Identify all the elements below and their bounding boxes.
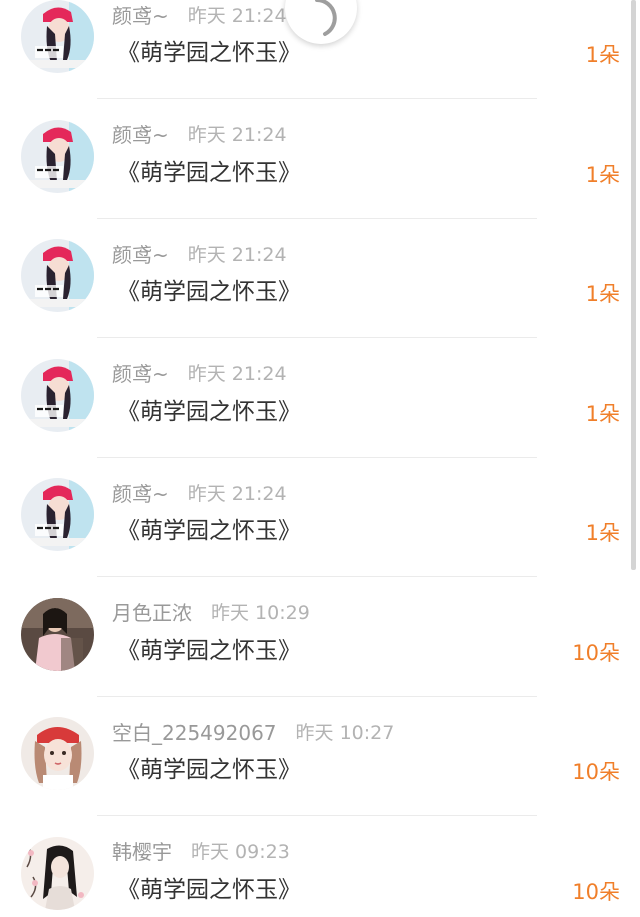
username[interactable]: 空白_225492067 (112, 717, 277, 746)
divider (97, 98, 537, 99)
avatar[interactable] (21, 717, 94, 790)
item-meta: 月色正浓 昨天 10:29 (112, 596, 310, 628)
scrollbar[interactable] (631, 0, 636, 570)
timestamp: 昨天 21:24 (187, 482, 287, 505)
gift-amount: 1朵 (585, 43, 620, 67)
item-meta: 颜鸢~ 昨天 21:24 (112, 237, 287, 269)
avatar[interactable] (21, 478, 94, 551)
gift-record-list: 颜鸢~ 昨天 21:24 《萌学园之怀玉》 1朵 颜鸢~ 昨天 21:24 《萌… (0, 0, 640, 917)
book-title[interactable]: 《萌学园之怀玉》 (117, 272, 301, 306)
list-item[interactable]: 月色正浓 昨天 10:29 《萌学园之怀玉》 10朵 (0, 596, 640, 718)
gift-amount: 1朵 (585, 162, 620, 187)
list-item[interactable]: 颜鸢~ 昨天 21:24 《萌学园之怀玉》 1朵 (0, 478, 640, 598)
username[interactable]: 韩樱宇 (112, 836, 172, 865)
divider (97, 815, 537, 816)
username[interactable]: 颜鸢~ (112, 119, 169, 148)
gift-amount: 1朵 (585, 282, 620, 306)
username[interactable]: 月色正浓 (112, 597, 192, 626)
username[interactable]: 颜鸢~ (112, 478, 169, 507)
list-item[interactable]: 空白_225492067 昨天 10:27 《萌学园之怀玉》 10朵 (0, 717, 640, 837)
divider (97, 217, 537, 219)
timestamp: 昨天 10:29 (211, 602, 310, 624)
list-item[interactable]: 颜鸢~ 昨天 21:24 《萌学园之怀玉》 1朵 (0, 239, 640, 359)
list-item[interactable]: 颜鸢~ 昨天 21:24 《萌学园之怀玉》 1朵 (0, 118, 640, 240)
timestamp: 昨天 21:24 (187, 4, 287, 27)
username[interactable]: 颜鸢~ (112, 0, 169, 29)
username[interactable]: 颜鸢~ (112, 358, 169, 387)
gift-amount: 1朵 (585, 521, 620, 545)
gift-amount: 1朵 (585, 401, 620, 426)
item-meta: 空白_225492067 昨天 10:27 (112, 715, 394, 747)
avatar[interactable] (21, 358, 94, 432)
item-meta: 颜鸢~ 昨天 21:24 (112, 357, 287, 389)
item-meta: 韩樱宇 昨天 09:23 (112, 835, 290, 867)
item-meta: 颜鸢~ 昨天 21:24 (112, 118, 287, 150)
book-title[interactable]: 《萌学园之怀玉》 (117, 870, 301, 904)
timestamp: 昨天 21:24 (187, 243, 287, 266)
book-title[interactable]: 《萌学园之怀玉》 (117, 153, 301, 187)
book-title[interactable]: 《萌学园之怀玉》 (117, 392, 301, 426)
avatar[interactable] (21, 119, 94, 193)
book-title[interactable]: 《萌学园之怀玉》 (117, 511, 301, 545)
book-title[interactable]: 《萌学园之怀玉》 (117, 750, 301, 784)
divider (97, 337, 537, 338)
timestamp: 昨天 21:24 (187, 124, 287, 146)
divider (97, 576, 537, 577)
avatar[interactable] (21, 239, 94, 312)
book-title[interactable]: 《萌学园之怀玉》 (117, 631, 301, 665)
gift-amount: 10朵 (572, 640, 620, 665)
avatar[interactable] (21, 597, 94, 671)
timestamp: 昨天 10:27 (295, 721, 395, 744)
timestamp: 昨天 21:24 (187, 363, 287, 385)
gift-amount: 10朵 (572, 879, 620, 904)
timestamp: 昨天 09:23 (191, 841, 290, 863)
username[interactable]: 颜鸢~ (112, 239, 169, 268)
gift-amount: 10朵 (572, 760, 620, 784)
loading-spinner-icon (285, 0, 357, 44)
divider (97, 695, 537, 697)
item-meta: 颜鸢~ 昨天 21:24 (112, 476, 287, 508)
list-item[interactable]: 颜鸢~ 昨天 21:24 《萌学园之怀玉》 1朵 (0, 357, 640, 479)
avatar[interactable] (21, 0, 94, 73)
divider (97, 456, 537, 458)
item-meta: 颜鸢~ 昨天 21:24 (112, 0, 287, 30)
avatar[interactable] (21, 836, 94, 910)
list-item[interactable]: 韩樱宇 昨天 09:23 《萌学园之怀玉》 10朵 (0, 835, 640, 917)
book-title[interactable]: 《萌学园之怀玉》 (117, 33, 301, 67)
